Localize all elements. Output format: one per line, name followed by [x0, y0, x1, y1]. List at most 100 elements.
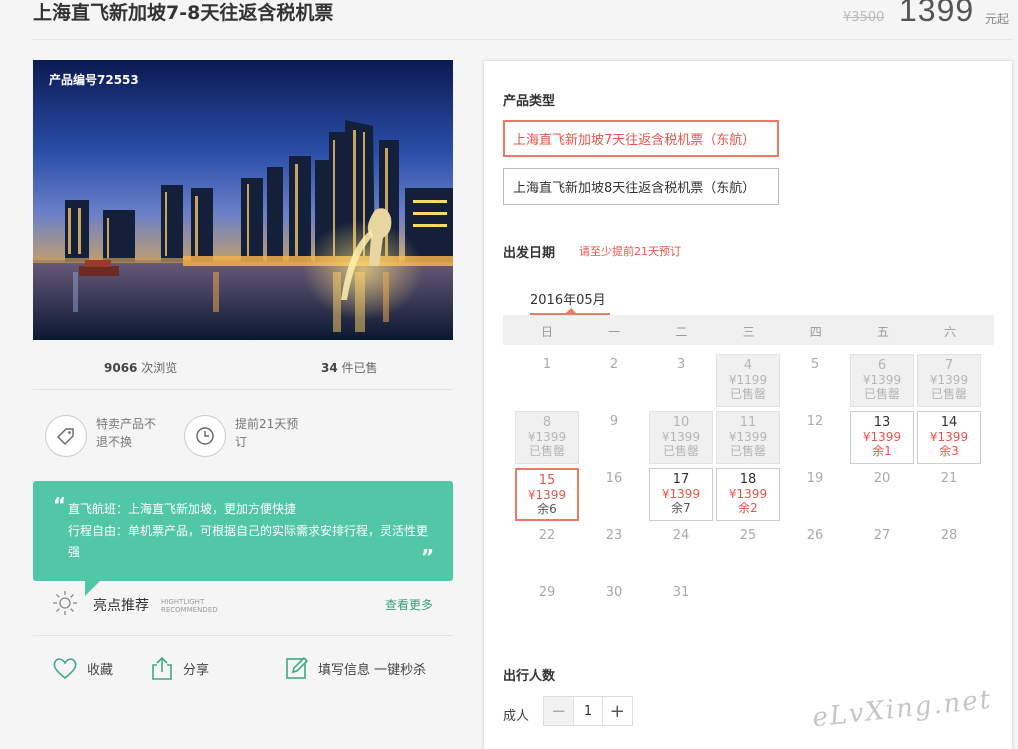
departure-date-label: 出发日期: [503, 246, 556, 261]
calendar-day-15[interactable]: 15 ¥1399 余6: [515, 468, 579, 521]
day-number: 27: [873, 528, 891, 543]
day-number: 26: [806, 528, 824, 543]
original-price: ¥3500: [843, 10, 885, 25]
day-price: ¥1199: [728, 373, 768, 387]
day-status: 余6: [537, 502, 557, 516]
day-price: ¥1399: [929, 430, 969, 444]
share-label: 分享: [183, 662, 210, 678]
favorite-button[interactable]: 收藏: [52, 655, 113, 681]
travelers-label: 出行人数: [503, 669, 556, 684]
calendar-day-2: 2: [582, 354, 646, 407]
day-number: 11: [739, 415, 757, 430]
calendar-day-11: 11 ¥1399 已售罄: [716, 411, 780, 464]
day-number: 7: [944, 358, 954, 373]
day-number: 1: [542, 357, 552, 372]
highlight-line-2: 行程自由：单机票产品，可根据自己的实际需求安排行程，灵活性更强: [68, 524, 429, 559]
calendar-day-27: 27: [850, 525, 914, 578]
day-number: 8: [542, 415, 552, 430]
stats-bar: 9066 次浏览 34 件已售: [33, 350, 453, 390]
price-unit: 元起: [985, 12, 1010, 26]
day-number: 3: [676, 357, 686, 372]
day-number: 23: [605, 528, 623, 543]
decrement-button[interactable]: −: [544, 697, 574, 725]
feature-text: 提前21天预订: [235, 417, 299, 449]
day-number: 9: [609, 414, 619, 429]
calendar-day-13[interactable]: 13 ¥1399 余1: [850, 411, 914, 464]
adult-label: 成人: [503, 709, 530, 724]
day-price: ¥1399: [862, 430, 902, 444]
calendar-day-29: 29: [515, 582, 579, 635]
book-button[interactable]: 填写信息 一键秒杀: [285, 655, 426, 681]
day-price: ¥1399: [661, 487, 701, 501]
day-status: 已售罄: [662, 444, 699, 458]
calendar-day-19: 19: [783, 468, 847, 521]
singapore-skyline-image: [33, 60, 453, 340]
day-number: 5: [810, 357, 820, 372]
day-number: 17: [672, 472, 690, 487]
calendar-day-14[interactable]: 14 ¥1399 余3: [917, 411, 981, 464]
day-price: ¥1399: [929, 373, 969, 387]
calendar-day-22: 22: [515, 525, 579, 578]
weekday-label: 一: [608, 325, 621, 339]
adult-count-value[interactable]: 1: [573, 697, 603, 725]
day-number: 10: [672, 415, 690, 430]
share-icon: [152, 656, 172, 680]
product-option-8day[interactable]: 上海直飞新加坡8天往返含税机票（东航）: [503, 168, 779, 205]
product-photo: 产品编号72553: [33, 60, 453, 340]
increment-button[interactable]: +: [602, 697, 632, 725]
day-number: 13: [873, 415, 891, 430]
book-label: 填写信息 一键秒杀: [318, 662, 427, 678]
day-number: 16: [605, 471, 623, 486]
day-status: 已售罄: [729, 387, 766, 401]
product-type-label: 产品类型: [503, 94, 556, 109]
calendar-day-12: 12: [783, 411, 847, 464]
calendar-day-18[interactable]: 18 ¥1399 余2: [716, 468, 780, 521]
day-number: 15: [538, 473, 556, 488]
page-title: 上海直飞新加坡7-8天往返含税机票: [33, 2, 334, 24]
day-number: 28: [940, 528, 958, 543]
day-number: 24: [672, 528, 690, 543]
day-status: 已售罄: [863, 387, 900, 401]
day-price: ¥1399: [728, 487, 768, 501]
day-number: 12: [806, 414, 824, 429]
feature-advance-booking: 提前21天预订: [184, 415, 299, 457]
weekday-label: 二: [675, 325, 688, 339]
calendar-day-21: 21: [917, 468, 981, 521]
product-option-7day[interactable]: 上海直飞新加坡7天往返含税机票（东航）: [503, 120, 779, 157]
divider: [33, 635, 453, 636]
edit-icon: [286, 656, 309, 679]
day-number: 14: [940, 415, 958, 430]
calendar-day-26: 26: [783, 525, 847, 578]
heart-icon: [53, 658, 77, 680]
weekday-label: 三: [742, 325, 755, 339]
calendar-day-3: 3: [649, 354, 713, 407]
calendar-day-17[interactable]: 17 ¥1399 余7: [649, 468, 713, 521]
day-number: 22: [538, 528, 556, 543]
product-number: 产品编号72553: [49, 73, 139, 87]
month-tab[interactable]: 2016年05月: [530, 289, 606, 308]
sold-stat: 34 件已售: [321, 361, 378, 375]
weekday-label: 五: [876, 325, 889, 339]
adult-count-stepper: − 1 +: [543, 696, 633, 726]
weekday-label: 日: [540, 325, 553, 339]
day-price: ¥1399: [527, 488, 567, 502]
page-header: 上海直飞新加坡7-8天往返含税机票 ¥3500 1399 元起: [33, 0, 1013, 40]
day-status: 已售罄: [528, 444, 565, 458]
day-number: 29: [538, 585, 556, 600]
weekday-header: 日一二三四五六: [503, 315, 994, 345]
weekday-label: 四: [809, 325, 822, 339]
day-status: 余7: [671, 501, 691, 515]
calendar-day-4: 4 ¥1199 已售罄: [716, 354, 780, 407]
day-status: 余1: [872, 444, 892, 458]
day-number: 20: [873, 471, 891, 486]
tag-icon: [45, 415, 87, 457]
see-more-link[interactable]: 查看更多: [385, 596, 433, 613]
clock-icon: [184, 415, 226, 457]
day-status: 已售罄: [930, 387, 967, 401]
highlight-title: 亮点推荐: [93, 598, 149, 614]
date-hint: 请至少提前21天预订: [579, 245, 681, 258]
share-button[interactable]: 分享: [150, 655, 209, 681]
calendar-day-6: 6 ¥1399 已售罄: [850, 354, 914, 407]
calendar-day-25: 25: [716, 525, 780, 578]
calendar-day-5: 5: [783, 354, 847, 407]
